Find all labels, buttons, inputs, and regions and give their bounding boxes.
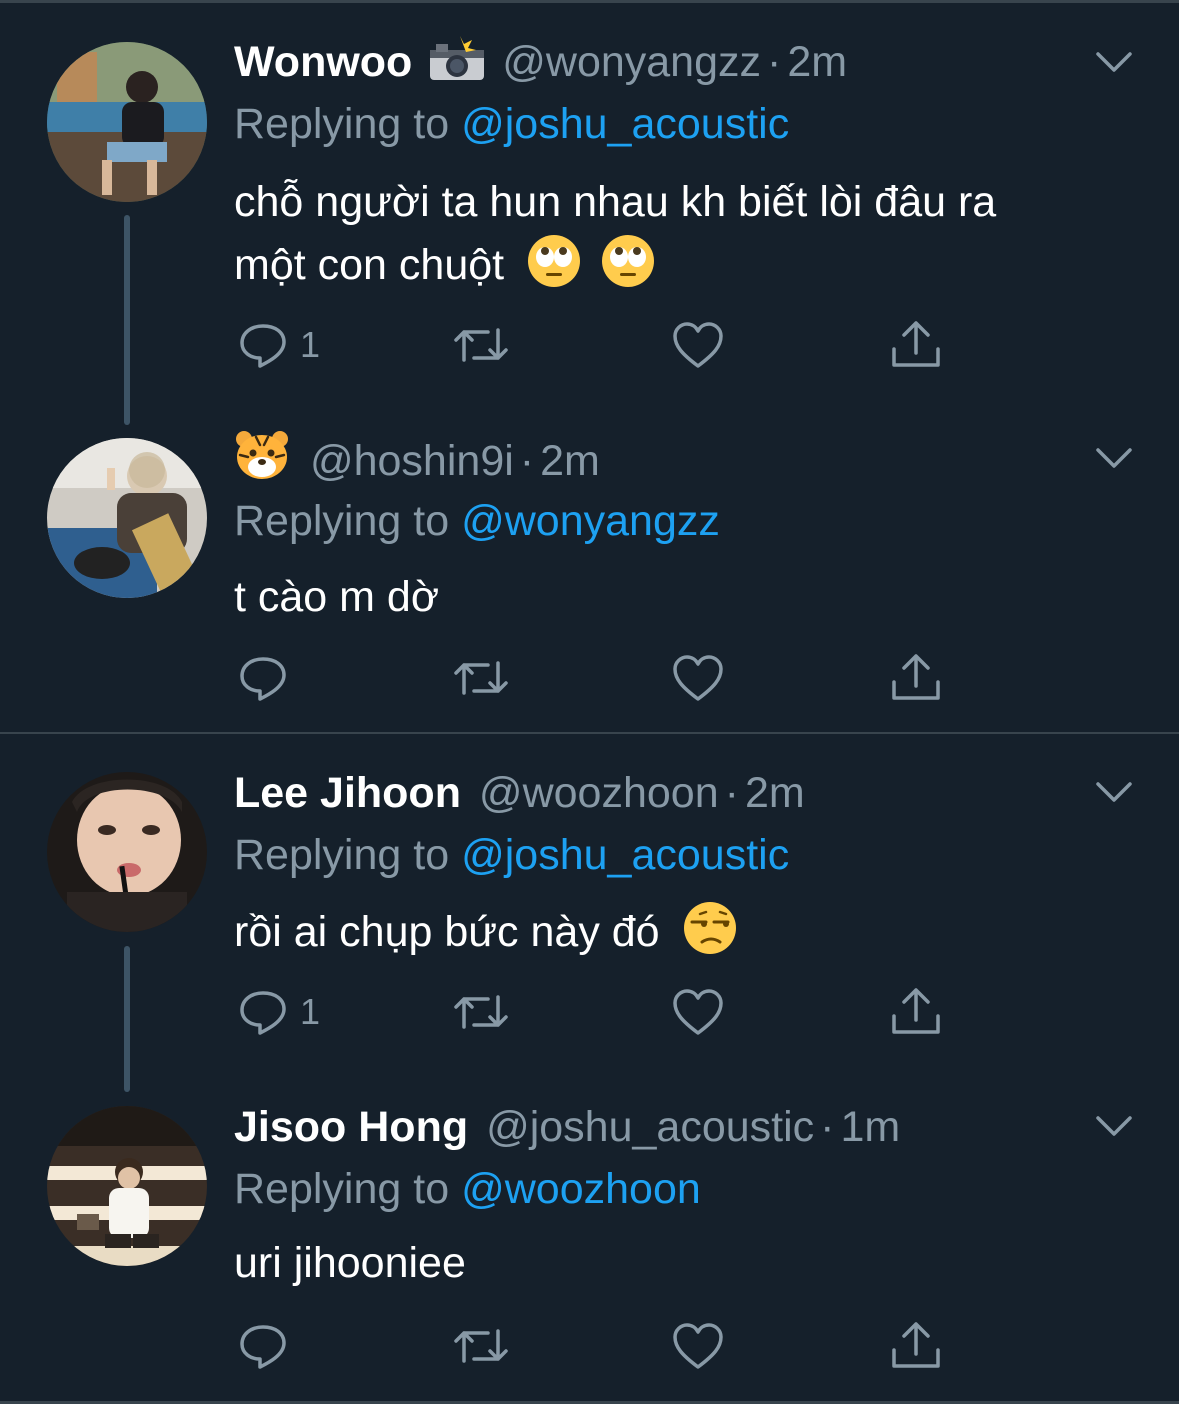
avatar[interactable] xyxy=(47,772,207,932)
share-icon xyxy=(890,986,942,1038)
reply-icon xyxy=(238,320,288,370)
display-name[interactable]: Wonwoo xyxy=(234,38,412,86)
user-handle[interactable]: @woozhoon xyxy=(479,769,719,817)
tweet-text-segment: rồi ai chụp bức này đó xyxy=(234,908,660,956)
eye-roll-emoji-icon xyxy=(600,233,656,306)
user-handle[interactable]: @joshu_acoustic xyxy=(486,1103,814,1151)
share-icon xyxy=(890,319,942,371)
tweet-actions: 1 xyxy=(238,315,958,375)
share-button[interactable] xyxy=(890,648,942,708)
retweet-icon xyxy=(452,653,510,703)
user-handle[interactable]: @hoshin9i xyxy=(310,437,514,485)
tweet-header: Jisoo Hong @joshu_acoustic · 1m xyxy=(234,1097,900,1157)
separator-dot: · xyxy=(724,769,739,817)
heart-icon xyxy=(672,653,724,703)
share-icon xyxy=(890,1320,942,1372)
replying-mention[interactable]: @woozhoon xyxy=(461,1165,701,1213)
display-name[interactable]: Lee Jihoon xyxy=(234,769,461,817)
tweet-actions: 1 xyxy=(238,982,958,1042)
tweet-text-segment: một con chuột xyxy=(234,241,505,289)
heart-icon xyxy=(672,1321,724,1371)
replying-prefix: Replying to xyxy=(234,497,450,545)
user-handle[interactable]: @wonyangzz xyxy=(502,38,761,86)
retweet-button[interactable] xyxy=(452,648,510,708)
retweet-icon xyxy=(452,987,510,1037)
replying-to: Replying to @joshu_acoustic xyxy=(234,94,789,154)
heart-icon xyxy=(672,320,724,370)
separator-dot: · xyxy=(519,437,535,485)
tweet-text: chỗ người ta hun nhau kh biết lòi đâu ra… xyxy=(234,171,1114,306)
heart-icon xyxy=(672,987,724,1037)
replying-mention[interactable]: @joshu_acoustic xyxy=(461,100,789,148)
reply-button[interactable]: 1 xyxy=(238,315,320,375)
tweet-header: Wonwoo @wonyangzz · 2m xyxy=(234,32,847,92)
tweet-text-line: chỗ người ta hun nhau kh biết lòi đâu ra xyxy=(234,178,997,226)
tweet-text-line-2: một con chuột xyxy=(234,233,1114,306)
tweet-text-line: t cào m dờ xyxy=(234,573,440,621)
separator-dot: · xyxy=(767,38,782,86)
conversation-divider xyxy=(0,732,1179,734)
retweet-button[interactable] xyxy=(452,982,510,1042)
replying-prefix: Replying to xyxy=(234,1165,450,1213)
reply-icon xyxy=(238,987,288,1037)
retweet-icon xyxy=(452,320,510,370)
replying-mention[interactable]: @wonyangzz xyxy=(461,497,720,545)
avatar[interactable] xyxy=(47,42,207,202)
reply-button[interactable]: 1 xyxy=(238,982,320,1042)
replying-to: Replying to @wonyangzz xyxy=(234,491,720,551)
display-name[interactable]: Jisoo Hong xyxy=(234,1103,468,1151)
separator-dot: · xyxy=(820,1103,835,1151)
tiger-face-icon xyxy=(234,429,290,497)
reply-button[interactable] xyxy=(238,648,288,708)
share-icon xyxy=(890,652,942,704)
retweet-button[interactable] xyxy=(452,1316,510,1376)
tweet-text: uri jihooniee xyxy=(234,1232,1114,1294)
chevron-down-icon[interactable] xyxy=(1094,772,1134,812)
chevron-down-icon[interactable] xyxy=(1094,42,1134,82)
share-button[interactable] xyxy=(890,1316,942,1376)
replying-to: Replying to @joshu_acoustic xyxy=(234,825,789,885)
replying-prefix: Replying to xyxy=(234,831,450,879)
top-divider xyxy=(0,0,1179,3)
retweet-icon xyxy=(452,1321,510,1371)
tweet-header: Lee Jihoon @woozhoon · 2m xyxy=(234,763,805,823)
share-button[interactable] xyxy=(890,315,942,375)
tweet-actions xyxy=(238,1316,958,1376)
like-button[interactable] xyxy=(672,1316,724,1376)
tweet-text-line: rồi ai chụp bức này đó xyxy=(234,900,1114,973)
eye-roll-emoji-icon xyxy=(526,233,582,306)
chevron-down-icon[interactable] xyxy=(1094,1106,1134,1146)
replying-prefix: Replying to xyxy=(234,100,450,148)
like-button[interactable] xyxy=(672,648,724,708)
unamused-face-emoji-icon xyxy=(682,900,738,973)
chevron-down-icon[interactable] xyxy=(1094,438,1134,478)
timestamp[interactable]: 2m xyxy=(787,38,847,86)
reply-icon xyxy=(238,653,288,703)
avatar[interactable] xyxy=(47,438,207,598)
tweet-header: @hoshin9i · 2m xyxy=(234,429,600,489)
timestamp[interactable]: 2m xyxy=(745,769,805,817)
like-button[interactable] xyxy=(672,315,724,375)
share-button[interactable] xyxy=(890,982,942,1042)
reply-count: 1 xyxy=(300,324,321,365)
thread-line xyxy=(124,215,130,425)
tweet-actions xyxy=(238,648,958,708)
replying-to: Replying to @woozhoon xyxy=(234,1159,701,1219)
reply-button[interactable] xyxy=(238,1316,288,1376)
thread-line xyxy=(124,946,130,1092)
retweet-button[interactable] xyxy=(452,315,510,375)
like-button[interactable] xyxy=(672,982,724,1042)
reply-count: 1 xyxy=(300,991,321,1032)
tweet-text-line: uri jihooniee xyxy=(234,1239,466,1287)
replying-mention[interactable]: @joshu_acoustic xyxy=(461,831,789,879)
tweet-text: rồi ai chụp bức này đó xyxy=(234,900,1114,973)
timestamp[interactable]: 2m xyxy=(540,437,600,485)
reply-icon xyxy=(238,1321,288,1371)
timestamp[interactable]: 1m xyxy=(841,1103,901,1151)
avatar[interactable] xyxy=(47,1106,207,1266)
camera-flash-icon xyxy=(428,36,486,98)
tweet-text: t cào m dờ xyxy=(234,566,1114,628)
